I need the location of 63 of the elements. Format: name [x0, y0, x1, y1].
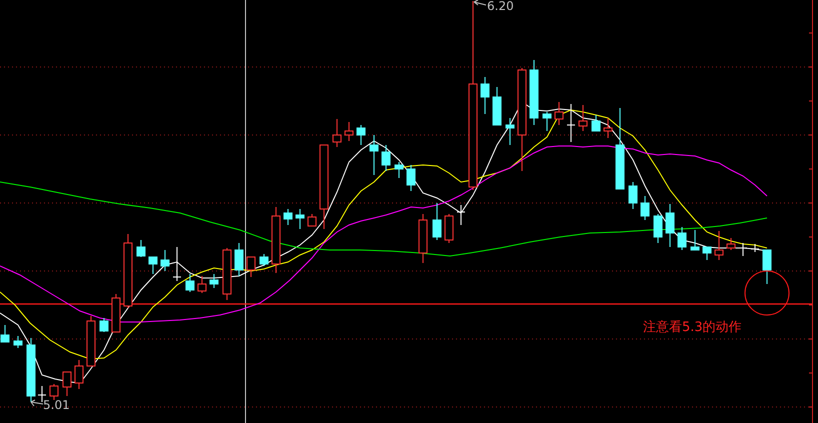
- highlight-circle: [744, 270, 790, 316]
- candlestick: [690, 230, 700, 250]
- candlestick: [86, 316, 96, 366]
- candlestick: [112, 294, 120, 332]
- candlestick: [506, 118, 514, 146]
- candlestick: [604, 118, 612, 138]
- candlestick: [640, 196, 650, 220]
- candlestick: [738, 242, 748, 256]
- candlestick: [0, 324, 10, 342]
- candlestick: [62, 372, 72, 396]
- candlestick: [50, 384, 58, 400]
- candlestick: [542, 112, 552, 132]
- candlestick: [394, 162, 404, 178]
- candlestick: [444, 214, 454, 244]
- candlestick: [26, 338, 36, 402]
- candlestick: [234, 242, 244, 276]
- candlestick: [198, 276, 206, 294]
- candlestick: [726, 238, 736, 250]
- low-price-label: 5.01: [43, 398, 70, 412]
- candlestick: [628, 182, 638, 210]
- candlestick: [148, 256, 158, 274]
- candlestick: [136, 240, 146, 258]
- candlestick: [332, 118, 342, 148]
- candlestick: [172, 246, 182, 282]
- annotation-text: 注意看5.3的动作: [643, 320, 742, 335]
- candlestick: [554, 102, 564, 126]
- candlestick: [284, 208, 292, 226]
- pointer-icon: [30, 400, 44, 406]
- candlestick: [246, 256, 256, 278]
- candlestick: [578, 104, 588, 132]
- candlestick: [14, 336, 22, 348]
- candlestick: [222, 248, 232, 300]
- candlestick: [592, 114, 600, 132]
- candlestick: [432, 202, 442, 240]
- candlestick: [308, 214, 316, 226]
- candlestick: [370, 134, 378, 176]
- candlestick: [702, 246, 712, 260]
- candlestick: [260, 254, 268, 266]
- candlestick: [100, 318, 108, 332]
- candlestick: [296, 208, 304, 230]
- candlestick: [750, 244, 760, 252]
- candlestick: [666, 204, 674, 248]
- candlestick: [492, 86, 502, 126]
- candlestick: [418, 214, 428, 264]
- candlestick: [186, 274, 194, 292]
- candlestick: [74, 360, 84, 390]
- pointer-icon: [474, 0, 486, 6]
- candlestick: [210, 274, 218, 288]
- candlestick: [406, 164, 416, 192]
- candlestick: [530, 60, 538, 126]
- high-price-label: 6.20: [487, 0, 514, 13]
- candlestick: [344, 122, 354, 142]
- candlestick: [382, 144, 390, 172]
- candlestick: [654, 214, 662, 244]
- candlestick: [480, 76, 490, 114]
- candlestick: [566, 104, 576, 142]
- candlestick: [678, 226, 686, 250]
- candlestick: [456, 204, 466, 226]
- candlestick: [272, 206, 280, 274]
- candlestick: [762, 250, 772, 284]
- candlestick: [160, 250, 170, 272]
- candlestick: [714, 230, 724, 260]
- candlestick: [356, 124, 366, 146]
